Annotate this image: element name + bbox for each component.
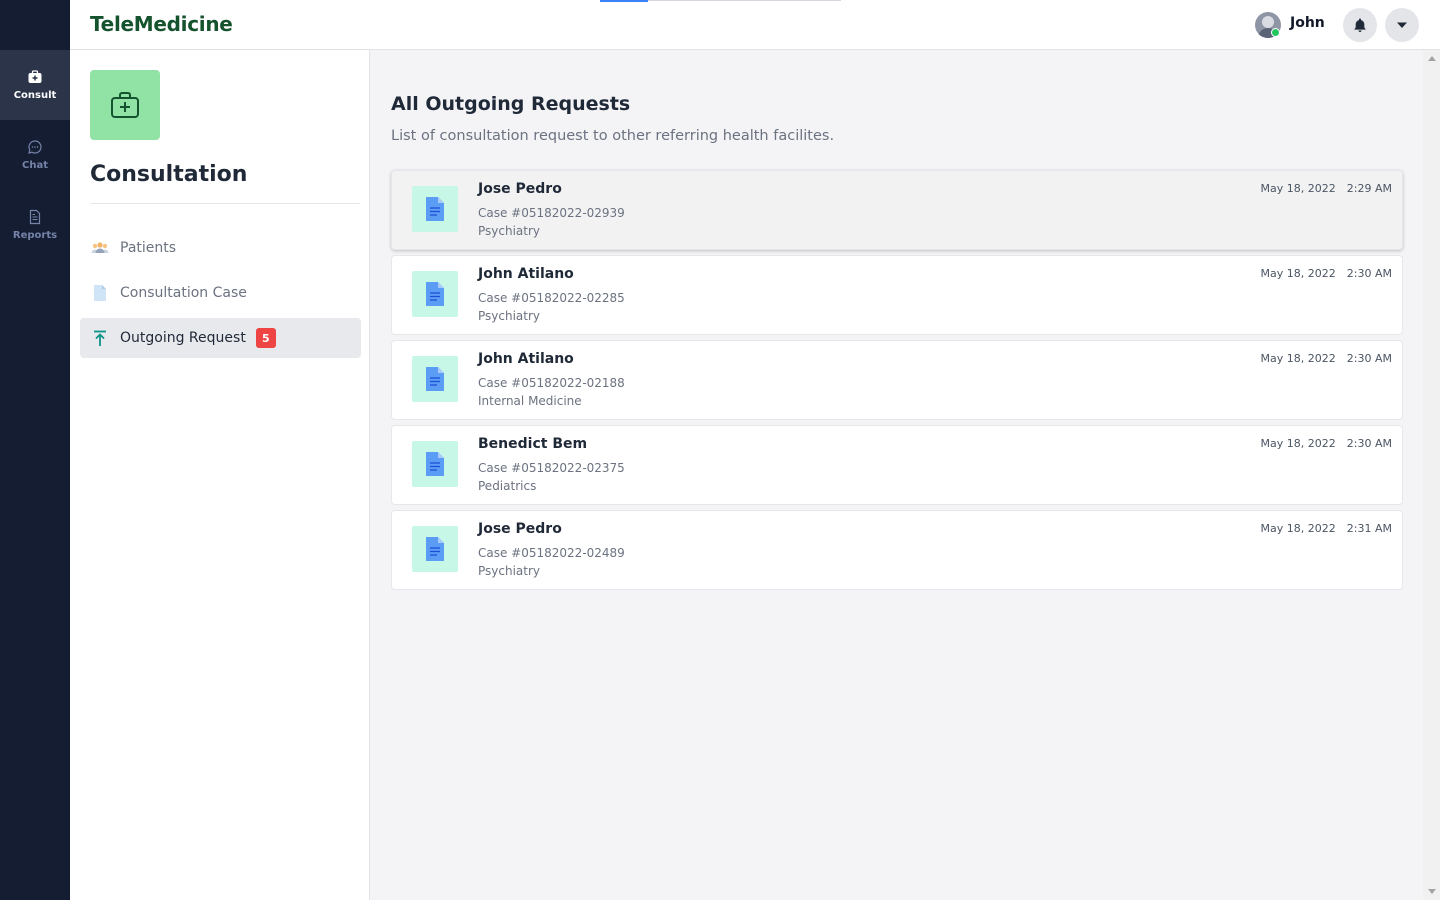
document-icon: [426, 452, 444, 476]
nav-item-consultation-case[interactable]: Consultation Case: [80, 273, 361, 313]
medical-kit-icon: [28, 70, 42, 83]
rail-label-consult: Consult: [13, 90, 57, 101]
patient-name: Jose Pedro: [478, 181, 562, 197]
divider: [90, 203, 360, 204]
rail-item-consult[interactable]: Consult: [0, 50, 70, 120]
specialty: Psychiatry: [478, 309, 541, 323]
document-icon: [426, 197, 444, 221]
request-date: May 18, 2022: [1260, 437, 1336, 450]
bell-icon: [1354, 18, 1366, 32]
online-status-dot: [1271, 28, 1280, 37]
card-icon: [412, 356, 458, 402]
document-icon: [426, 537, 444, 561]
page-title: All Outgoing Requests: [391, 93, 631, 115]
chat-bubble-icon: [28, 140, 42, 154]
card-icon: [412, 441, 458, 487]
request-date: May 18, 2022: [1260, 267, 1336, 280]
people-icon: [91, 242, 109, 253]
request-time: 2:30 AM: [1346, 437, 1392, 450]
request-time: 2:29 AM: [1346, 182, 1392, 195]
app-brand[interactable]: TeleMedicine: [90, 12, 233, 36]
request-card[interactable]: Benedict Bem Case #05182022-02375 Pediat…: [391, 425, 1403, 505]
card-icon: [412, 186, 458, 232]
case-number: Case #05182022-02285: [478, 291, 625, 305]
caret-down-icon: [1397, 22, 1407, 28]
case-number: Case #05182022-02375: [478, 461, 625, 475]
nav-item-patients[interactable]: Patients: [80, 228, 361, 268]
request-card[interactable]: John Atilano Case #05182022-02285 Psychi…: [391, 255, 1403, 335]
medical-kit-icon: [111, 92, 139, 118]
page-subtitle: List of consultation request to other re…: [391, 128, 835, 144]
request-date: May 18, 2022: [1260, 182, 1336, 195]
rail-item-reports[interactable]: Reports: [0, 190, 70, 260]
upload-arrow-icon: [94, 330, 106, 346]
loading-progress-fill: [600, 0, 649, 2]
notifications-button[interactable]: [1343, 8, 1377, 42]
request-time: 2:30 AM: [1346, 352, 1392, 365]
nav-item-outgoing-request[interactable]: Outgoing Request 5: [80, 318, 361, 358]
card-icon: [412, 526, 458, 572]
module-title: Consultation: [90, 162, 248, 187]
document-icon: [94, 285, 106, 301]
request-timestamp: May 18, 2022 2:30 AM: [1261, 267, 1392, 280]
main-content: All Outgoing Requests List of consultati…: [371, 50, 1423, 900]
scroll-down-arrow-icon[interactable]: [1428, 889, 1436, 894]
consultation-sidebar: Consultation Patients Consultation Case …: [70, 50, 370, 900]
case-number: Case #05182022-02489: [478, 546, 625, 560]
user-menu-button[interactable]: [1385, 8, 1419, 42]
request-time: 2:31 AM: [1346, 522, 1392, 535]
loading-progress: [600, 0, 841, 2]
nav-label-consultation-case: Consultation Case: [120, 285, 247, 301]
patient-name: John Atilano: [478, 351, 574, 367]
request-card[interactable]: Jose Pedro Case #05182022-02939 Psychiat…: [391, 170, 1403, 250]
app-rail: Consult Chat Reports: [0, 0, 70, 900]
request-timestamp: May 18, 2022 2:29 AM: [1261, 182, 1392, 195]
rail-label-chat: Chat: [22, 160, 48, 171]
vertical-scrollbar[interactable]: [1423, 50, 1440, 900]
request-timestamp: May 18, 2022 2:30 AM: [1261, 437, 1392, 450]
request-date: May 18, 2022: [1260, 522, 1336, 535]
report-document-icon: [29, 209, 41, 225]
request-timestamp: May 18, 2022 2:31 AM: [1261, 522, 1392, 535]
request-card[interactable]: Jose Pedro Case #05182022-02489 Psychiat…: [391, 510, 1403, 590]
specialty: Internal Medicine: [478, 394, 582, 408]
rail-item-chat[interactable]: Chat: [0, 120, 70, 190]
case-number: Case #05182022-02939: [478, 206, 625, 220]
nav-label-patients: Patients: [120, 240, 177, 256]
specialty: Psychiatry: [478, 564, 541, 578]
specialty: Pediatrics: [478, 479, 537, 493]
scroll-up-arrow-icon[interactable]: [1428, 56, 1436, 61]
nav-label-outgoing-request: Outgoing Request: [120, 330, 246, 346]
rail-label-reports: Reports: [12, 230, 58, 241]
module-icon: [90, 70, 160, 140]
request-time: 2:30 AM: [1346, 267, 1392, 280]
case-number: Case #05182022-02188: [478, 376, 625, 390]
request-date: May 18, 2022: [1260, 352, 1336, 365]
request-timestamp: May 18, 2022 2:30 AM: [1261, 352, 1392, 365]
request-card[interactable]: John Atilano Case #05182022-02188 Intern…: [391, 340, 1403, 420]
document-icon: [426, 282, 444, 306]
card-icon: [412, 271, 458, 317]
top-header: TeleMedicine John: [70, 0, 1440, 50]
specialty: Psychiatry: [478, 224, 541, 238]
user-name[interactable]: John: [1290, 15, 1325, 31]
patient-name: Benedict Bem: [478, 436, 588, 452]
patient-name: John Atilano: [478, 266, 574, 282]
document-icon: [426, 367, 444, 391]
outgoing-count-badge: 5: [255, 328, 276, 348]
patient-name: Jose Pedro: [478, 521, 562, 537]
